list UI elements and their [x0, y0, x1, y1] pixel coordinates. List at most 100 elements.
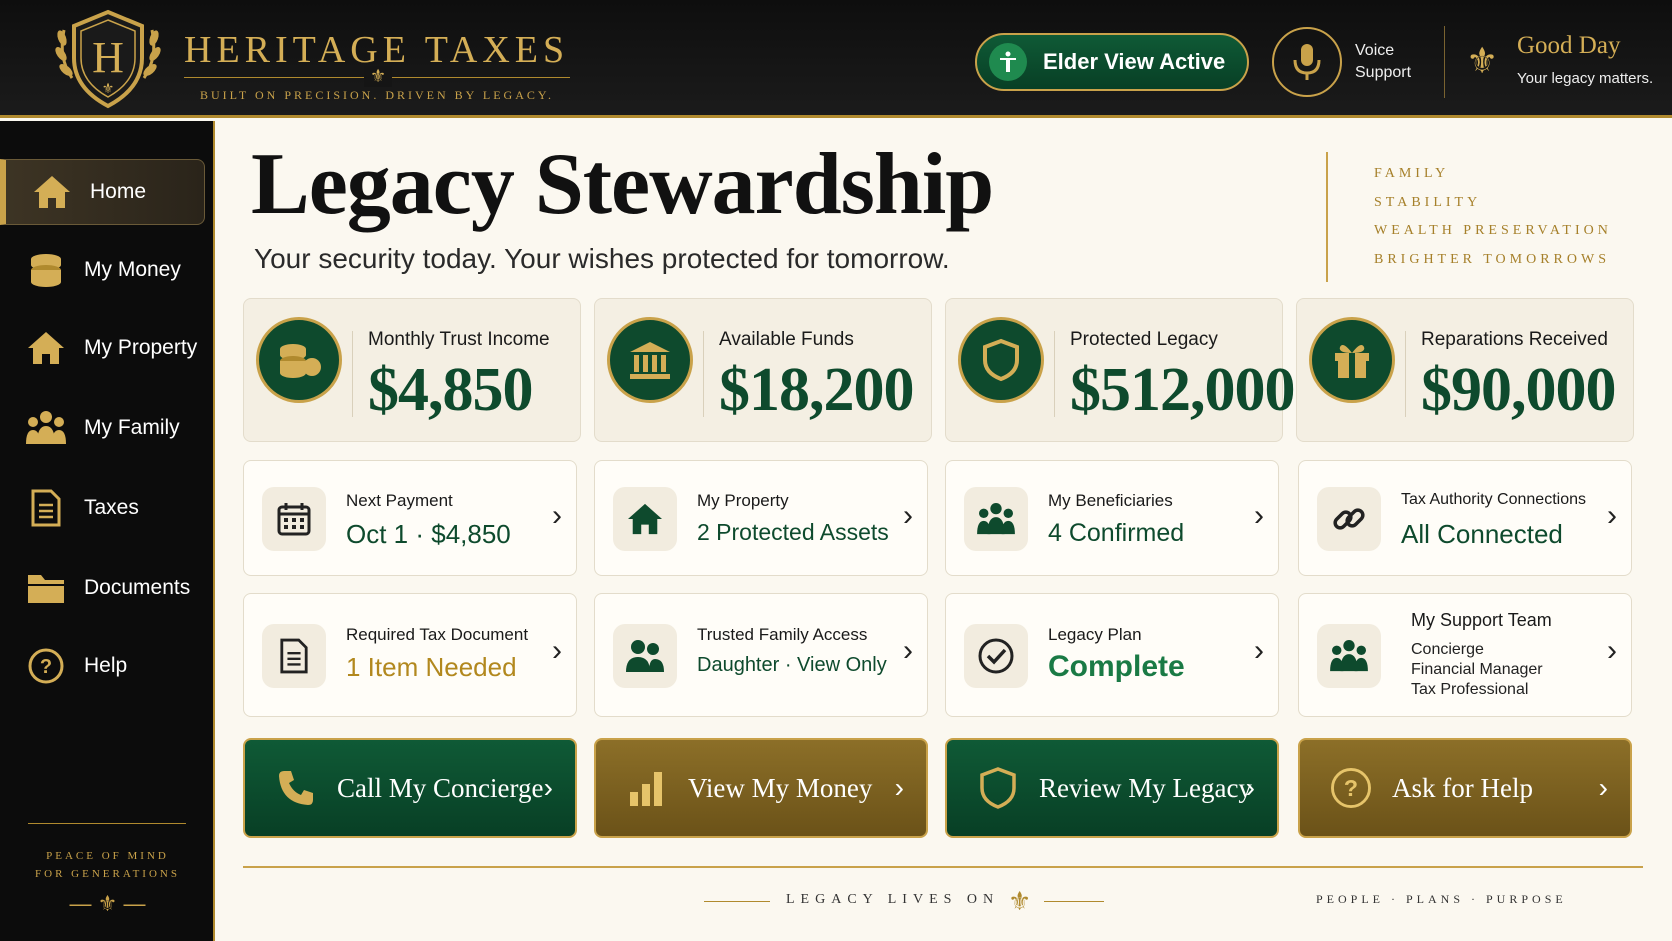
chevron-right-icon: › — [1607, 634, 1617, 667]
card-my-property[interactable]: My Property 2 Protected Assets › — [594, 460, 928, 576]
value-item: BRIGHTER TOMORROWS — [1374, 251, 1611, 267]
sidebar-item-my-family[interactable]: My Family — [0, 395, 205, 461]
fleur-de-lis-icon: — ⚜ — — [69, 891, 146, 916]
support-team-member: Financial Manager — [1411, 661, 1543, 678]
card-my-support-team[interactable]: My Support Team Concierge Financial Mana… — [1298, 593, 1632, 717]
stat-value: $90,000 — [1421, 356, 1616, 424]
card-required-tax-document[interactable]: Required Tax Document 1 Item Needed › — [243, 593, 577, 717]
value-item: FAMILY — [1374, 166, 1450, 181]
chevron-right-icon: › — [903, 499, 913, 532]
svg-text:⚜: ⚜ — [102, 80, 115, 96]
stat-label: Reparations Received — [1421, 329, 1608, 350]
chevron-right-icon: › — [543, 772, 553, 803]
voice-support-label: Voice Support — [1355, 42, 1412, 81]
voice-support-button[interactable] — [1272, 27, 1342, 97]
card-label: Trusted Family Access — [697, 625, 868, 644]
page-subtitle: Your security today. Your wishes protect… — [254, 243, 950, 274]
house-icon — [22, 328, 70, 368]
action-label: Review My Legacy — [1039, 772, 1252, 803]
bank-icon — [607, 317, 693, 403]
card-next-payment[interactable]: Next Payment Oct 1 · $4,850 › — [243, 460, 577, 576]
card-value-alert: 1 Item Needed — [346, 652, 517, 682]
values-list: FAMILY STABILITY WEALTH PRESERVATION BRI… — [1374, 160, 1612, 274]
card-value: Oct 1 · $4,850 — [346, 519, 511, 549]
sidebar-item-documents[interactable]: Documents — [0, 555, 205, 621]
crest-logo: H ⚜ — [52, 8, 164, 112]
brand-tagline: BUILT ON PRECISION. DRIVEN BY LEGACY. — [199, 88, 555, 102]
stat-value: $512,000 — [1070, 356, 1295, 424]
support-team-member: Tax Professional — [1411, 681, 1529, 698]
greeting-subtitle: Your legacy matters. — [1517, 70, 1654, 87]
card-label: Next Payment — [346, 491, 453, 510]
card-trusted-family-access[interactable]: Trusted Family Access Daughter · View On… — [594, 593, 928, 717]
help-icon: ? — [1326, 763, 1376, 813]
chevron-right-icon: › — [1245, 772, 1255, 803]
shield-icon — [958, 317, 1044, 403]
sidebar-item-help[interactable]: ? Help — [0, 633, 205, 699]
card-my-beneficiaries[interactable]: My Beneficiaries 4 Confirmed › — [945, 460, 1279, 576]
elder-view-button[interactable]: Elder View Active — [975, 33, 1249, 91]
legacy-footer: LEGACY LIVES ON ⚜ — [704, 886, 1104, 916]
fleur-de-lis-icon: ⚜ — [364, 66, 393, 87]
sidebar-item-label: Taxes — [84, 496, 139, 519]
card-label: My Beneficiaries — [1048, 491, 1173, 510]
support-team-list: Concierge Financial Manager Tax Professi… — [1411, 640, 1543, 700]
accessibility-icon — [989, 43, 1027, 81]
call-concierge-button[interactable]: Call My Concierge › — [243, 738, 577, 838]
chevron-right-icon: › — [1607, 499, 1617, 532]
people-plans-purpose: PEOPLE · PLANS · PURPOSE — [1316, 892, 1567, 906]
stat-label: Protected Legacy — [1070, 329, 1218, 350]
page-title: Legacy Stewardship — [251, 136, 994, 233]
document-icon — [262, 624, 326, 688]
shield-icon — [973, 763, 1023, 813]
stat-protected-legacy: Protected Legacy $512,000 — [945, 298, 1295, 442]
sidebar-item-taxes[interactable]: Taxes — [0, 475, 205, 541]
family-icon — [22, 408, 70, 448]
footer-divider — [243, 866, 1643, 868]
card-label: My Property — [697, 491, 789, 510]
stat-monthly-trust-income: Monthly Trust Income $4,850 — [243, 298, 581, 442]
sidebar-item-my-money[interactable]: My Money — [0, 237, 205, 303]
chevron-right-icon: › — [903, 634, 913, 667]
stat-divider — [1405, 331, 1406, 417]
bar-chart-icon — [622, 763, 672, 813]
chevron-right-icon: › — [894, 772, 904, 803]
card-legacy-plan[interactable]: Legacy Plan Complete › — [945, 593, 1279, 717]
stat-label: Available Funds — [719, 329, 854, 350]
svg-text:?: ? — [1344, 775, 1358, 801]
review-my-legacy-button[interactable]: Review My Legacy › — [945, 738, 1279, 838]
coins-icon — [22, 250, 70, 290]
users-icon — [613, 624, 677, 688]
document-icon — [22, 488, 70, 528]
card-value: 2 Protected Assets — [697, 519, 889, 545]
sidebar-item-label: My Money — [84, 258, 181, 281]
sidebar-item-home[interactable]: Home — [0, 159, 205, 225]
ask-for-help-button[interactable]: ? Ask for Help › — [1298, 738, 1632, 838]
sidebar-item-label: My Family — [84, 416, 180, 439]
people-icon — [964, 487, 1028, 551]
card-value: Complete — [1048, 650, 1185, 683]
stat-value: $4,850 — [368, 356, 533, 424]
card-label: My Support Team — [1411, 610, 1552, 630]
card-label: Required Tax Document — [346, 625, 529, 644]
card-tax-authority-connections[interactable]: Tax Authority Connections All Connected … — [1298, 460, 1632, 576]
sidebar-item-my-property[interactable]: My Property — [0, 315, 205, 381]
elder-view-label: Elder View Active — [1043, 49, 1226, 74]
card-value: Daughter · View Only — [697, 654, 887, 676]
greeting-title: Good Day — [1517, 32, 1621, 59]
check-circle-icon — [964, 624, 1028, 688]
help-icon: ? — [22, 646, 70, 686]
gift-icon — [1309, 317, 1395, 403]
values-divider — [1326, 152, 1328, 282]
calendar-icon — [262, 487, 326, 551]
footer-rule — [704, 901, 770, 902]
sidebar-footer-line: FOR GENERATIONS — [35, 868, 180, 880]
footer-rule — [1044, 901, 1104, 902]
sidebar-divider — [28, 823, 186, 824]
svg-text:?: ? — [40, 656, 52, 678]
stat-divider — [352, 331, 353, 417]
value-item: WEALTH PRESERVATION — [1374, 223, 1612, 238]
view-my-money-button[interactable]: View My Money › — [594, 738, 928, 838]
card-label: Tax Authority Connections — [1401, 491, 1586, 508]
sidebar-item-label: Home — [90, 180, 147, 203]
